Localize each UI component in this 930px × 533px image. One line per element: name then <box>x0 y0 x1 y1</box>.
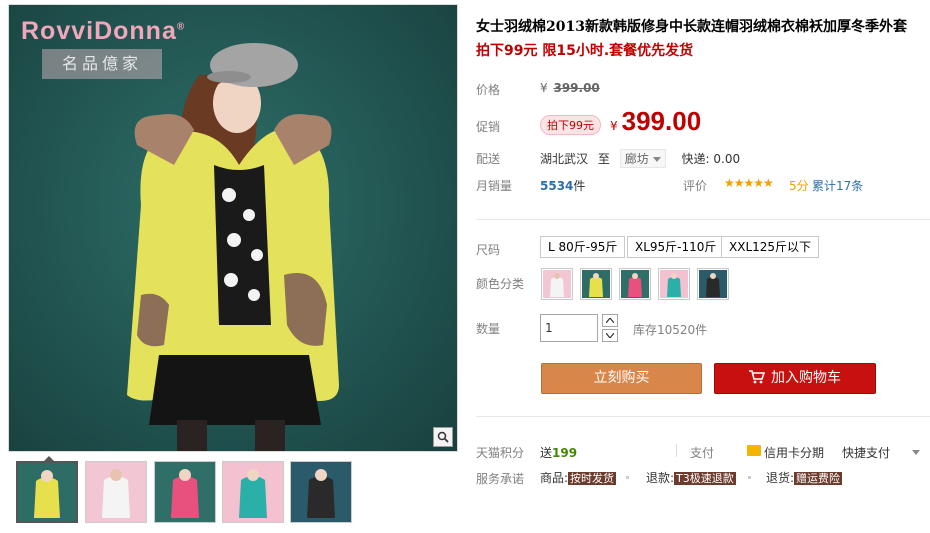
review-score: 5分 <box>789 179 809 193</box>
original-price: ¥ 399.00 <box>540 81 600 95</box>
points-prefix: 送 <box>540 446 553 460</box>
color-swatch-black[interactable] <box>697 268 729 300</box>
chevron-down-icon <box>652 157 661 162</box>
service-tag: 按时发货 <box>568 472 617 485</box>
shipping-info: 湖北武汉 至 廊坊 快递: 0.00 <box>540 149 740 168</box>
ship-to-word: 至 <box>597 152 610 166</box>
quick-pay-link[interactable]: 快捷支付 <box>842 444 890 461</box>
thumbnail-5[interactable] <box>290 461 352 523</box>
promo-tag: 拍下99元 <box>540 115 601 135</box>
add-to-cart-button[interactable]: 加入购物车 <box>714 363 876 394</box>
shipping-fee: 快递: 0.00 <box>681 152 741 166</box>
cart-icon <box>749 370 766 384</box>
points-number: 199 <box>552 446 578 460</box>
ship-from: 湖北武汉 <box>540 152 589 166</box>
magnifier-icon[interactable] <box>433 427 453 447</box>
quantity-input[interactable] <box>540 314 598 342</box>
quantity-increase-button[interactable] <box>602 314 618 327</box>
add-to-cart-label: 加入购物车 <box>771 370 841 386</box>
original-price-amount: 399.00 <box>553 81 600 95</box>
monthly-sales-count: 5534 <box>540 179 574 193</box>
service-tag: T3极速退款 <box>674 472 736 485</box>
color-swatch-rose[interactable] <box>619 268 651 300</box>
divider <box>476 416 930 417</box>
color-swatch-teal[interactable] <box>658 268 690 300</box>
thumbnail-2[interactable] <box>85 461 147 523</box>
chevron-down-icon <box>606 333 614 338</box>
quantity-label: 数量 <box>476 322 501 336</box>
shipping-label: 配送 <box>476 152 501 166</box>
service-item-delivery: 商品: 按时发货 <box>540 469 617 486</box>
thumbnail-1[interactable] <box>16 461 78 523</box>
credit-installment-link[interactable]: 信用卡分期 <box>764 444 824 461</box>
destination-city-select[interactable]: 廊坊 <box>619 149 666 168</box>
brand-logo: RovviDonna® <box>21 17 185 46</box>
service-item-refund: 退款: T3极速退款 <box>646 469 736 486</box>
thumbnail-strip <box>8 456 458 528</box>
quantity-decrease-button[interactable] <box>602 329 618 342</box>
currency-symbol: ¥ <box>540 81 548 95</box>
price-label: 价格 <box>476 83 501 97</box>
review-label: 评价 <box>683 179 708 193</box>
promo-currency: ¥ <box>610 119 618 133</box>
rating-stars-icon: ★★★★★ <box>724 176 774 190</box>
separator-dot <box>748 476 751 479</box>
service-prefix: 退款: <box>646 471 675 485</box>
color-swatch-white[interactable] <box>541 268 573 300</box>
service-prefix: 商品: <box>540 471 569 485</box>
service-item-return: 退货: 赠运费险 <box>766 469 843 486</box>
separator-dot <box>626 476 629 479</box>
product-detail-panel: 女士羽绒棉2013新款韩版修身中长款连帽羽绒棉衣棉袄加厚冬季外套 拍下99元 限… <box>476 0 930 533</box>
buy-now-button[interactable]: 立刻购买 <box>541 363 702 394</box>
credit-card-icon <box>747 445 761 456</box>
size-option-xl[interactable]: XL95斤-110斤 <box>627 236 725 258</box>
promo-price: ¥399.00 <box>610 106 701 137</box>
product-subtitle: 拍下99元 限15小时.套餐优先发货 <box>476 43 694 59</box>
monthly-sales: 5534件 <box>540 177 585 194</box>
service-label: 服务承诺 <box>476 472 525 486</box>
destination-city: 廊坊 <box>624 152 649 166</box>
promo-label: 促销 <box>476 120 501 134</box>
vertical-separator <box>676 444 677 457</box>
monthly-sales-unit: 件 <box>573 179 586 193</box>
promo-price-amount: 399.00 <box>621 106 702 136</box>
monthly-sales-label: 月销量 <box>476 179 513 193</box>
service-prefix: 退货: <box>766 471 795 485</box>
chevron-down-icon[interactable] <box>912 450 920 455</box>
payment-label: 支付 <box>690 446 715 460</box>
chevron-up-icon <box>606 318 614 323</box>
color-swatch-yellow[interactable] <box>580 268 612 300</box>
size-option-l[interactable]: L 80斤-95斤 <box>540 236 626 258</box>
main-product-photo: RovviDonna® 名品億家 <box>8 4 458 452</box>
divider <box>476 219 930 220</box>
thumbnail-4[interactable] <box>222 461 284 523</box>
stock-count: 库存10520件 <box>633 323 708 337</box>
product-title: 女士羽绒棉2013新款韩版修身中长款连帽羽绒棉衣棉袄加厚冬季外套 <box>476 19 907 35</box>
brand-subtitle: 名品億家 <box>42 49 162 79</box>
points-label: 天猫积分 <box>476 446 525 460</box>
size-option-xxl[interactable]: XXL125斤以下 <box>721 236 820 258</box>
color-label: 颜色分类 <box>476 277 525 291</box>
total-reviews-link[interactable]: 累计17条 <box>812 177 863 194</box>
thumbnail-3[interactable] <box>154 461 216 523</box>
brand-name: RovviDonna <box>21 17 177 45</box>
size-label: 尺码 <box>476 243 501 257</box>
registered-mark: ® <box>176 21 186 33</box>
service-tag: 赠运费险 <box>794 472 843 485</box>
points-value: 送199 <box>540 444 577 461</box>
